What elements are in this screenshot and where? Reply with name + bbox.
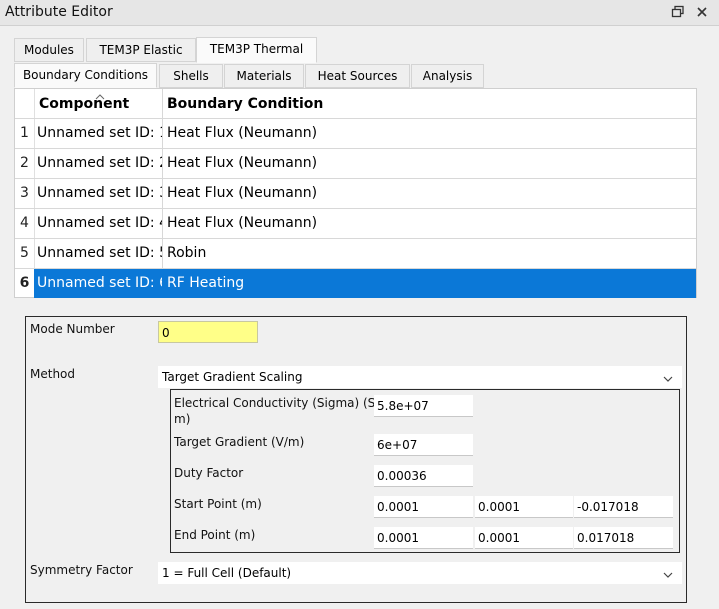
symmetry-factor-value: 1 = Full Cell (Default) bbox=[162, 566, 292, 580]
row-number: 3 bbox=[20, 185, 29, 201]
symmetry-factor-label: Symmetry Factor bbox=[30, 563, 133, 577]
table-row[interactable]: 2 Unnamed set ID: 2 Heat Flux (Neumann) bbox=[15, 148, 696, 178]
title-bar: Attribute Editor bbox=[0, 0, 719, 26]
start-point-z-input[interactable]: -0.017018 bbox=[574, 496, 673, 518]
end-point-z-input[interactable]: 0.017018 bbox=[574, 527, 673, 549]
component-cell[interactable]: Unnamed set ID: 5 bbox=[34, 239, 162, 268]
row-number: 5 bbox=[20, 245, 29, 261]
boundary-cell[interactable]: Heat Flux (Neumann) bbox=[162, 179, 696, 208]
start-point-x-input[interactable]: 0.0001 bbox=[374, 496, 473, 518]
mode-number-input[interactable]: 0 bbox=[158, 321, 258, 343]
table-row-selected[interactable]: 6 Unnamed set ID: 6 RF Heating bbox=[15, 268, 696, 298]
method-select[interactable]: Target Gradient Scaling bbox=[158, 366, 682, 388]
conductivity-label: Electrical Conductivity (Sigma) (S/ bbox=[174, 396, 380, 410]
table-row[interactable]: 4 Unnamed set ID: 4 Heat Flux (Neumann) bbox=[15, 208, 696, 238]
column-header-boundary-condition[interactable]: Boundary Condition bbox=[163, 89, 463, 119]
method-label: Method bbox=[30, 367, 76, 381]
row-number: 6 bbox=[19, 275, 30, 291]
mode-number-label: Mode Number bbox=[30, 322, 115, 336]
tab-shells[interactable]: Shells bbox=[159, 64, 223, 88]
boundary-cell[interactable]: Heat Flux (Neumann) bbox=[162, 119, 696, 148]
conductivity-label-unit: m) bbox=[174, 412, 191, 426]
tab-heat-sources[interactable]: Heat Sources bbox=[305, 64, 410, 88]
conductivity-input[interactable]: 5.8e+07 bbox=[374, 395, 473, 417]
tab-tem3p-thermal[interactable]: TEM3P Thermal bbox=[196, 37, 317, 63]
end-point-x-input[interactable]: 0.0001 bbox=[374, 527, 473, 549]
row-number: 4 bbox=[20, 215, 29, 231]
table-row[interactable]: 5 Unnamed set ID: 5 Robin bbox=[15, 238, 696, 268]
close-icon[interactable] bbox=[695, 5, 709, 19]
tab-materials[interactable]: Materials bbox=[224, 64, 304, 88]
float-window-icon[interactable] bbox=[671, 5, 685, 19]
component-cell[interactable]: Unnamed set ID: 1 bbox=[34, 119, 162, 148]
component-cell[interactable]: Unnamed set ID: 3 bbox=[34, 179, 162, 208]
boundary-conditions-table: Component Boundary Condition 1 Unnamed s… bbox=[14, 88, 697, 298]
method-value: Target Gradient Scaling bbox=[162, 370, 303, 384]
target-gradient-input[interactable]: 6e+07 bbox=[374, 434, 473, 456]
row-number: 2 bbox=[20, 155, 29, 171]
duty-factor-label: Duty Factor bbox=[174, 466, 244, 480]
tab-analysis[interactable]: Analysis bbox=[411, 64, 484, 88]
boundary-cell[interactable]: Robin bbox=[162, 239, 696, 268]
start-point-label: Start Point (m) bbox=[174, 497, 262, 511]
chevron-down-icon bbox=[662, 370, 674, 382]
boundary-cell[interactable]: Heat Flux (Neumann) bbox=[162, 209, 696, 238]
boundary-cell[interactable]: RF Heating bbox=[162, 269, 696, 298]
start-point-y-input[interactable]: 0.0001 bbox=[475, 496, 573, 518]
tab-boundary-conditions[interactable]: Boundary Conditions bbox=[14, 63, 157, 88]
boundary-cell[interactable]: Heat Flux (Neumann) bbox=[162, 149, 696, 178]
table-row[interactable]: 3 Unnamed set ID: 3 Heat Flux (Neumann) bbox=[15, 178, 696, 208]
component-cell[interactable]: Unnamed set ID: 6 bbox=[34, 269, 162, 298]
column-header-component[interactable]: Component bbox=[35, 89, 162, 119]
row-number: 1 bbox=[20, 125, 29, 141]
duty-factor-input[interactable]: 0.00036 bbox=[374, 465, 473, 487]
symmetry-factor-select[interactable]: 1 = Full Cell (Default) bbox=[158, 562, 682, 584]
tab-modules[interactable]: Modules bbox=[14, 38, 84, 62]
end-point-label: End Point (m) bbox=[174, 528, 256, 542]
component-cell[interactable]: Unnamed set ID: 4 bbox=[34, 209, 162, 238]
chevron-down-icon bbox=[662, 566, 674, 578]
target-gradient-label: Target Gradient (V/m) bbox=[174, 435, 305, 449]
component-cell[interactable]: Unnamed set ID: 2 bbox=[34, 149, 162, 178]
window-title: Attribute Editor bbox=[5, 4, 113, 20]
table-row[interactable]: 1 Unnamed set ID: 1 Heat Flux (Neumann) bbox=[15, 118, 696, 148]
tab-tem3p-elastic[interactable]: TEM3P Elastic bbox=[86, 38, 196, 62]
end-point-y-input[interactable]: 0.0001 bbox=[475, 527, 573, 549]
